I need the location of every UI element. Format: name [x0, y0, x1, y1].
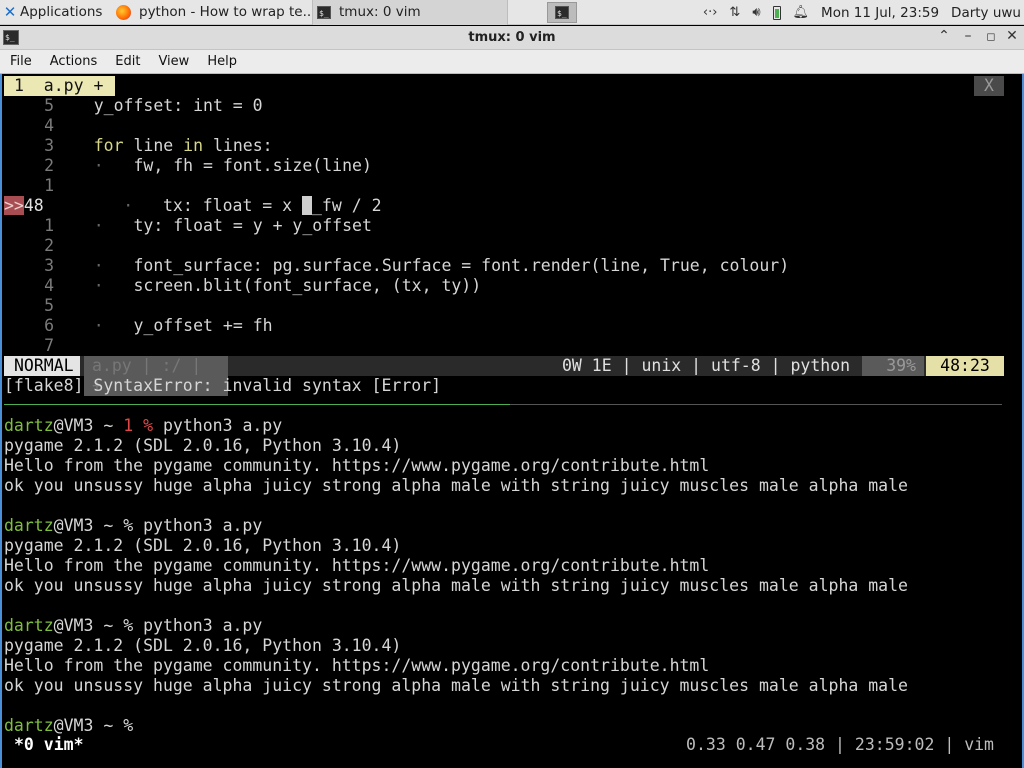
- window-maximize-icon[interactable]: ◻: [981, 30, 1001, 43]
- shell-output: ok you unsussy huge alpha juicy strong a…: [4, 476, 908, 495]
- terminal-icon: $_: [555, 6, 569, 19]
- shell-output: Hello from the pygame community. https:/…: [4, 656, 710, 675]
- error-sign: >>: [4, 196, 24, 215]
- firefox-icon: [116, 4, 131, 20]
- vim-statusline: NORMAL a.py | :/ | + 0W 1E | unix | utf-…: [4, 356, 1004, 396]
- code-line[interactable]: 4: [4, 116, 54, 136]
- transfer-arrows-icon[interactable]: ⇅: [729, 5, 740, 20]
- applications-menu[interactable]: ✕ Applications: [0, 0, 112, 25]
- menubar: File Actions Edit View Help: [0, 50, 1024, 74]
- code-line-current[interactable]: >>48 · tx: float = x _fw / 2: [4, 196, 382, 216]
- shell-output: pygame 2.1.2 (SDL 2.0.16, Python 3.10.4): [4, 436, 402, 455]
- code-line[interactable]: 6 · y_offset += fh: [4, 316, 273, 336]
- user-menu[interactable]: Darty uwu: [951, 5, 1021, 21]
- vim-tab-a-py[interactable]: 1 a.py +: [4, 76, 116, 96]
- terminal-launcher-button[interactable]: $_: [547, 2, 577, 23]
- window-title: tmux: 0 vim: [468, 30, 556, 45]
- tmux-window-0[interactable]: *0 vim*: [14, 734, 84, 756]
- shell-output: ok you unsussy huge alpha juicy strong a…: [4, 576, 908, 595]
- tmux-status-right: 0.33 0.47 0.38 | 23:59:02 | vim: [686, 735, 994, 754]
- taskbar-item-firefox[interactable]: python - How to wrap te...: [112, 0, 312, 25]
- vim-tab-close-button[interactable]: X: [974, 76, 1004, 96]
- vim-status-info: 0W 1E | unix | utf-8 | python: [562, 356, 851, 375]
- shell-output: Hello from the pygame community. https:/…: [4, 556, 710, 575]
- network-icon[interactable]: ‹·›: [703, 5, 718, 20]
- vim-mode: NORMAL: [4, 356, 80, 376]
- volume-icon[interactable]: 🔊︎: [752, 5, 760, 20]
- taskbar-item-label: tmux: 0 vim: [339, 4, 421, 20]
- exit-code: 1 %: [123, 416, 163, 435]
- shell-prompt: dartz@VM3 ~ 1 % python3 a.py: [4, 416, 283, 435]
- tmux-pane-separator[interactable]: [4, 404, 1002, 405]
- code-line[interactable]: 2 · fw, fh = font.size(line): [4, 156, 372, 176]
- vim-status-percent: 39%: [862, 356, 924, 376]
- shell-output: pygame 2.1.2 (SDL 2.0.16, Python 3.10.4): [4, 636, 402, 655]
- window-close-icon[interactable]: ✕: [1002, 28, 1022, 44]
- notification-bell-icon[interactable]: 🔔︎: [793, 5, 810, 20]
- battery-icon[interactable]: [772, 5, 781, 20]
- shell-output: Hello from the pygame community. https:/…: [4, 456, 710, 475]
- text-cursor: [302, 196, 312, 215]
- shell-prompt: dartz@VM3 ~ % python3 a.py: [4, 516, 263, 535]
- window-shade-icon[interactable]: ⌃: [934, 28, 954, 44]
- menu-file[interactable]: File: [0, 54, 40, 69]
- window-titlebar[interactable]: $_ tmux: 0 vim ⌃ – ◻ ✕: [0, 26, 1024, 50]
- code-line[interactable]: 7: [4, 336, 54, 356]
- code-line[interactable]: 1: [4, 176, 54, 196]
- code-line[interactable]: 3 for line in lines:: [4, 136, 273, 156]
- shell-prompt: dartz@VM3 ~ % python3 a.py: [4, 616, 263, 635]
- vim-status-position: 48:23: [926, 356, 1004, 376]
- tmux-statusbar: *0 vim* 0.33 0.47 0.38 | 23:59:02 | vim: [4, 734, 1022, 756]
- terminal-area[interactable]: 1 a.py + X 5 y_offset: int = 0 4 3 for l…: [0, 74, 1024, 768]
- code-line[interactable]: 1 · ty: float = y + y_offset: [4, 216, 372, 236]
- applications-label: Applications: [20, 4, 103, 20]
- code-line[interactable]: 4 · screen.blit(font_surface, (tx, ty)): [4, 276, 481, 296]
- taskbar-item-terminal[interactable]: $_ tmux: 0 vim: [312, 0, 508, 25]
- code-line[interactable]: 2: [4, 236, 54, 256]
- system-tray: ‹·› ⇅ 🔊︎ 🔔︎ Mon 11 Jul, 23:59 Darty uwu: [703, 0, 1024, 25]
- terminal-icon: $_: [317, 5, 331, 19]
- window-minimize-icon[interactable]: –: [958, 28, 978, 44]
- shell-output: pygame 2.1.2 (SDL 2.0.16, Python 3.10.4): [4, 536, 402, 555]
- taskbar-item-label: python - How to wrap te...: [139, 4, 312, 20]
- active-pane-indicator: [4, 404, 510, 405]
- xfce-logo-icon: ✕: [3, 3, 17, 21]
- shell-output: ok you unsussy huge alpha juicy strong a…: [4, 676, 908, 695]
- menu-actions[interactable]: Actions: [40, 54, 106, 69]
- code-line[interactable]: 5 y_offset: int = 0: [4, 96, 263, 116]
- vim-tabline: 1 a.py + X: [4, 76, 1022, 96]
- menu-help[interactable]: Help: [197, 54, 245, 69]
- clock[interactable]: Mon 11 Jul, 23:59: [821, 5, 939, 21]
- current-line-number: 48: [23, 196, 44, 215]
- shell-prompt-current[interactable]: dartz@VM3 ~ %: [4, 716, 143, 736]
- code-line[interactable]: 5: [4, 296, 54, 316]
- menu-edit[interactable]: Edit: [105, 54, 148, 69]
- code-line[interactable]: 3 · font_surface: pg.surface.Surface = f…: [4, 256, 789, 276]
- vim-message: [flake8] SyntaxError: invalid syntax [Er…: [4, 376, 442, 395]
- top-panel: ✕ Applications python - How to wrap te..…: [0, 0, 1024, 25]
- menu-view[interactable]: View: [148, 54, 197, 69]
